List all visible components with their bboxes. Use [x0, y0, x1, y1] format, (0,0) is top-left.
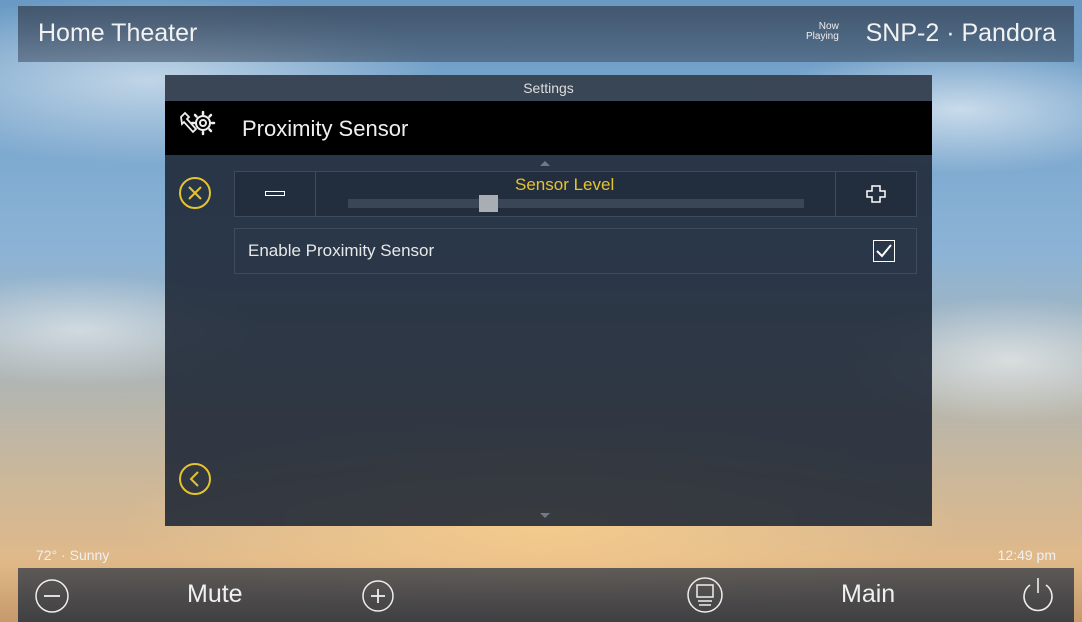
power-icon[interactable]	[1018, 575, 1058, 615]
volume-down-icon[interactable]	[34, 578, 70, 614]
now-playing-label[interactable]: Now Playing	[806, 22, 839, 42]
sensor-level-label: Sensor Level	[515, 175, 615, 194]
now-playing-source[interactable]: SNP-2 · Pandora	[866, 19, 1056, 48]
clock: 12:49 pm	[997, 547, 1056, 563]
section-header: Proximity Sensor	[165, 101, 932, 155]
top-bar: Home Theater Now Playing SNP-2 · Pandora	[18, 6, 1074, 62]
decrease-button[interactable]	[235, 172, 316, 216]
sensor-level-slider[interactable]	[348, 195, 804, 212]
enable-proximity-row[interactable]: Enable Proximity Sensor	[234, 228, 917, 274]
section-title: Proximity Sensor	[242, 116, 409, 141]
increase-button[interactable]	[835, 172, 916, 216]
enable-proximity-checkbox[interactable]	[873, 240, 895, 262]
enable-proximity-label: Enable Proximity Sensor	[248, 241, 435, 260]
status-bar: 72° · Sunny 12:49 pm	[18, 542, 1074, 568]
close-button[interactable]	[179, 177, 211, 209]
main-button[interactable]: Main	[841, 580, 895, 609]
display-icon[interactable]	[686, 576, 724, 614]
mute-button[interactable]: Mute	[187, 580, 243, 609]
panel-header: Settings	[165, 75, 932, 101]
scroll-down-icon[interactable]	[540, 513, 550, 518]
room-title: Home Theater	[38, 19, 198, 47]
checkmark-icon	[876, 244, 892, 258]
weather-readout: 72° · Sunny	[36, 547, 110, 563]
volume-up-icon[interactable]	[361, 579, 395, 613]
back-button[interactable]	[179, 463, 211, 495]
wrench-gear-icon	[180, 110, 216, 136]
settings-panel: Settings Proximity Sensor Sensor Level E…	[165, 75, 932, 526]
slider-thumb[interactable]	[479, 195, 498, 212]
sensor-level-slider-row: Sensor Level	[234, 171, 917, 217]
minus-icon	[265, 191, 285, 196]
plus-icon	[866, 185, 886, 203]
chevron-left-icon	[189, 471, 199, 487]
close-icon	[188, 186, 202, 200]
scroll-up-icon[interactable]	[540, 161, 550, 166]
bottom-control-bar: Mute Main	[18, 568, 1074, 622]
